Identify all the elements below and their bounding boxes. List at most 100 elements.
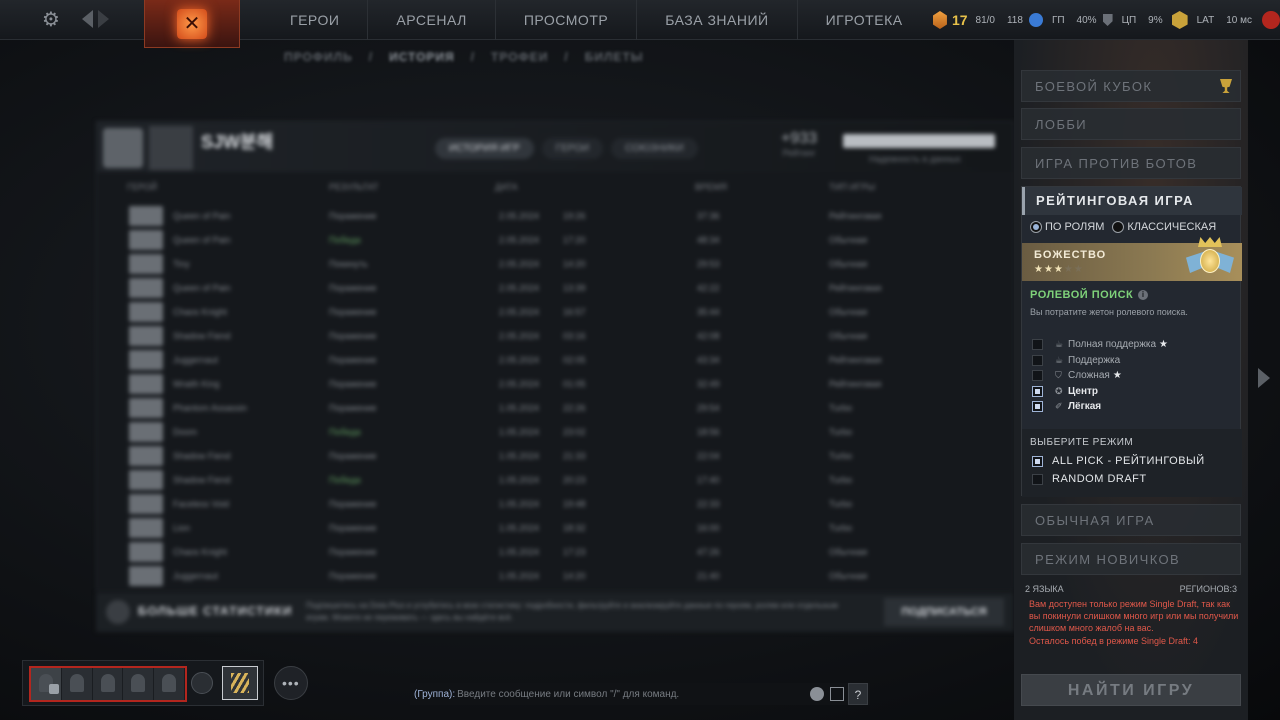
nav-heroes[interactable]: ГЕРОИ — [262, 0, 367, 40]
party-slot[interactable] — [123, 668, 155, 700]
table-row[interactable]: Phantom Assassin Поражение 1.05.2024 22:26 2… — [97, 396, 1013, 420]
share-icon[interactable] — [830, 687, 844, 701]
row-duration: 21:40 — [697, 571, 720, 581]
table-row[interactable]: Chaos Knight Поражение 2.05.2024 16:57 35:44… — [97, 300, 1013, 324]
table-row[interactable]: Queen of Pain Поражение 2.05.2024 13:39 42:2… — [97, 276, 1013, 300]
expand-arrow-icon[interactable] — [1258, 368, 1270, 388]
col-hero[interactable]: ГЕРОЙ — [127, 182, 157, 192]
more-stats-text: Подпишитесь на Dota Plus и углубитесь в … — [306, 601, 838, 622]
table-row[interactable]: Lion Поражение 1.05.2024 18:32 16:00 Turbo — [97, 516, 1013, 540]
mode-battle-cup[interactable]: БОЕВОЙ КУБОК — [1021, 70, 1241, 102]
info-icon[interactable]: i — [1138, 290, 1149, 300]
back-arrow-icon[interactable] — [82, 10, 93, 28]
role-label: Лёгкая — [1068, 401, 1102, 413]
row-type: Turbo — [829, 475, 853, 485]
row-time: 17:20 — [563, 235, 586, 245]
tab-allies[interactable]: СОЮЗНИКИ — [611, 138, 698, 159]
radio-role-queue-label: ПО РОЛЯМ — [1045, 221, 1105, 233]
exit-icon[interactable] — [1262, 11, 1280, 29]
chat-input[interactable]: (Группа): Введите сообщение или символ "… — [410, 683, 870, 705]
col-duration[interactable]: ВРЕМЯ — [695, 182, 727, 192]
col-date[interactable]: ДАТА — [495, 182, 518, 192]
person-icon — [69, 674, 84, 692]
tab-match-history[interactable]: ИСТОРИЯ ИГР — [435, 138, 534, 159]
radio-classic[interactable]: КЛАССИЧЕСКАЯ — [1112, 221, 1216, 233]
table-row[interactable]: Chaos Knight Поражение 1.05.2024 17:23 47:26… — [97, 540, 1013, 564]
table-row[interactable]: Queen of Pain Поражение 2.05.2024 19:26 37:3… — [97, 204, 1013, 228]
row-hero: Shadow Fiend — [173, 475, 231, 485]
party-slot[interactable] — [61, 668, 93, 700]
find-match-button[interactable]: НАЙТИ ИГРУ — [1021, 674, 1241, 706]
languages-link[interactable]: 2 ЯЗЫКА — [1025, 584, 1064, 594]
col-result[interactable]: РЕЗУЛЬТАТ — [329, 182, 378, 192]
gear-icon[interactable]: ⚙ — [40, 9, 62, 31]
forward-arrow-icon[interactable] — [98, 10, 109, 28]
table-row[interactable]: Tiny Покинуть 2.05.2024 14:20 29:53 Обычная — [97, 252, 1013, 276]
table-row[interactable]: Doom Победа 1.05.2024 23:02 18:56 Turbo — [97, 420, 1013, 444]
rank-name: БОЖЕСТВО — [1034, 249, 1107, 261]
guild-banner-icon[interactable] — [222, 666, 258, 700]
row-hero: Juggernaut — [173, 571, 219, 581]
subscribe-button[interactable]: ПОДПИСАТЬСЯ — [884, 598, 1004, 626]
table-row[interactable]: Shadow Fiend Поражение 2.05.2024 03:16 42:08… — [97, 324, 1013, 348]
mode-bots[interactable]: ИГРА ПРОТИВ БОТОВ — [1021, 147, 1241, 179]
help-button[interactable]: ? — [848, 683, 868, 705]
table-row[interactable]: Shadow Fiend Победа 1.05.2024 20:23 17:40 Tur… — [97, 468, 1013, 492]
mode-lobby-label: ЛОББИ — [1035, 117, 1088, 132]
party-slot[interactable] — [154, 668, 185, 700]
party-slots — [29, 666, 187, 702]
col-type[interactable]: ТИП ИГРЫ — [829, 182, 875, 192]
nav-armory[interactable]: АРСЕНАЛ — [367, 0, 494, 40]
person-icon — [131, 674, 146, 692]
role-item[interactable]: ✪ Центр — [1032, 384, 1168, 400]
subnav-trophies[interactable]: ТРОФЕИ — [491, 50, 548, 68]
row-type: Обычная — [829, 235, 868, 245]
table-row[interactable]: Juggernaut Поражение 2.05.2024 02:05 43:34 Ре… — [97, 348, 1013, 372]
row-hero: Shadow Fiend — [173, 451, 231, 461]
hero-portrait — [129, 374, 163, 394]
row-type: Рейтинговая — [829, 355, 882, 365]
chat-channel[interactable]: (Группа): — [414, 689, 455, 700]
chat-bubble-icon[interactable] — [1028, 13, 1043, 27]
battle-level-icon[interactable] — [932, 11, 947, 29]
radio-role-queue[interactable]: ПО РОЛЯМ — [1030, 221, 1104, 233]
role-item[interactable]: ✐ Лёгкая — [1032, 399, 1168, 415]
ranked-title[interactable]: РЕЙТИНГОВАЯ ИГРА — [1022, 187, 1242, 215]
mode-all-pick[interactable]: ALL PICK - РЕЙТИНГОВЫЙ — [1032, 455, 1205, 467]
radio-classic-label: КЛАССИЧЕСКАЯ — [1127, 221, 1217, 233]
row-duration: 18:56 — [697, 427, 720, 437]
nav-learn[interactable]: БАЗА ЗНАНИЙ — [636, 0, 796, 40]
row-type: Turbo — [829, 403, 853, 413]
mode-lobby[interactable]: ЛОББИ — [1021, 108, 1241, 140]
table-row[interactable]: Faceless Void Поражение 1.05.2024 19:48 22:3… — [97, 492, 1013, 516]
tab-heroes[interactable]: ГЕРОИ — [541, 138, 604, 159]
group-finder-icon[interactable] — [274, 666, 308, 700]
row-type: Turbo — [829, 523, 853, 533]
regions-link[interactable]: РЕГИОНОВ:3 — [1180, 584, 1237, 594]
role-item[interactable]: ⛉ Сложная ★ — [1032, 368, 1168, 384]
row-date: 2.05.2024 — [499, 331, 540, 341]
mode-new-player[interactable]: РЕЖИМ НОВИЧКОВ — [1021, 543, 1241, 575]
role-item[interactable]: ☕ Полная поддержка ★ — [1032, 337, 1168, 353]
mode-unranked[interactable]: ОБЫЧНАЯ ИГРА — [1021, 504, 1241, 536]
avatar[interactable] — [149, 126, 193, 170]
mode-random-draft[interactable]: RANDOM DRAFT — [1032, 473, 1147, 485]
table-row[interactable]: Queen of Pain Победа 2.05.2024 17:20 48:34 Об… — [97, 228, 1013, 252]
checkbox-icon — [1032, 370, 1043, 382]
cpu-usage: 9% — [1148, 14, 1163, 26]
party-slot-self[interactable] — [31, 668, 62, 700]
table-row[interactable]: Juggernaut Поражение 1.05.2024 14:20 21:40 Об… — [97, 564, 1013, 588]
nav-arcade[interactable]: ИГРОТЕКА — [796, 0, 931, 40]
table-row[interactable]: Shadow Fiend Поражение 1.05.2024 21:33 22:04… — [97, 444, 1013, 468]
role-item[interactable]: ☕ Поддержка — [1032, 353, 1168, 369]
headset-icon[interactable] — [191, 672, 213, 694]
dota-plus-icon[interactable] — [1171, 11, 1188, 29]
subnav-tickets[interactable]: БИЛЕТЫ — [585, 50, 644, 68]
smile-icon[interactable] — [810, 687, 824, 701]
table-row[interactable]: Wraith King Поражение 2.05.2024 01:05 32:49 Р… — [97, 372, 1013, 396]
dota-logo-button[interactable]: ✕ — [144, 0, 240, 48]
nav-watch[interactable]: ПРОСМОТР — [494, 0, 636, 40]
party-slot[interactable] — [92, 668, 124, 700]
subnav-profile[interactable]: ПРОФИЛЬ — [284, 50, 353, 68]
subnav-history[interactable]: ИСТОРИЯ — [389, 50, 455, 68]
